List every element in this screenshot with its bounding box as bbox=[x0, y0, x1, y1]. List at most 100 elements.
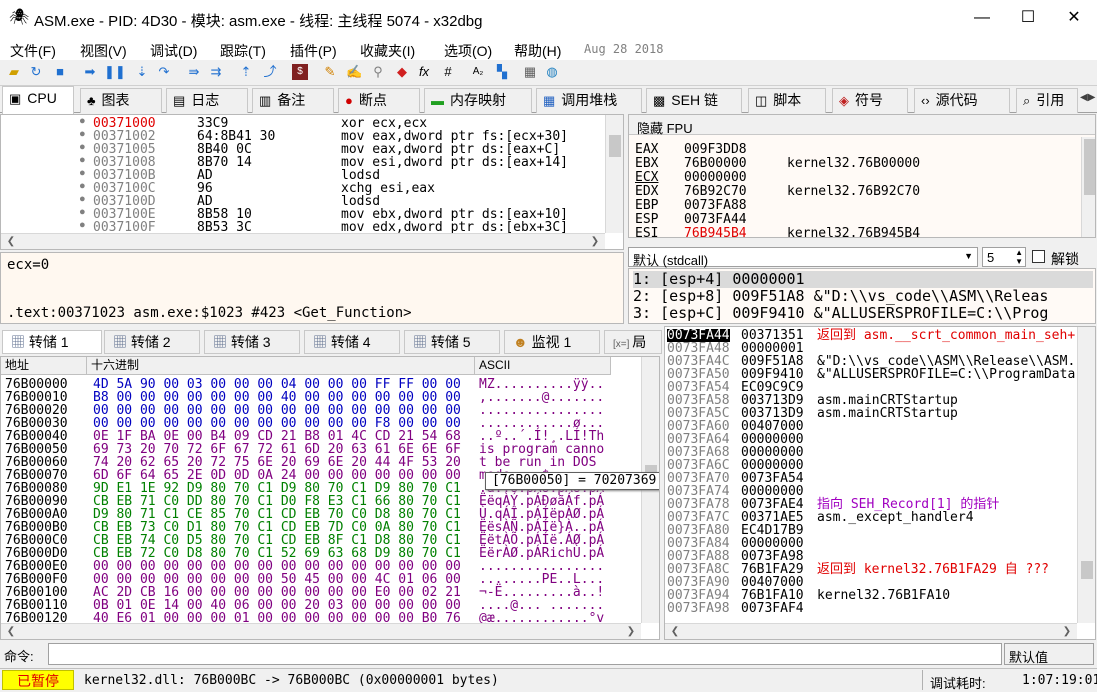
pause-icon[interactable]: ❚❚ bbox=[104, 64, 126, 80]
registers-vscroll[interactable] bbox=[1081, 137, 1095, 237]
pencil-icon[interactable]: ✎ bbox=[322, 64, 338, 80]
hide-fpu-button[interactable]: 隐藏 FPU bbox=[637, 118, 693, 137]
watch-icon: ☻ bbox=[513, 334, 532, 350]
tab-watch-1[interactable]: ☻ 监视 1 bbox=[504, 330, 600, 354]
registers-panel[interactable]: 隐藏 FPU EAX 009F3DD8 EBX 76B00000 kernel32.76… bbox=[628, 114, 1096, 238]
trace-over-icon[interactable]: ⇉ bbox=[208, 64, 224, 80]
register-value[interactable]: 00000000 bbox=[684, 171, 747, 184]
debug-time-value: 1:07:19:01 bbox=[1022, 673, 1097, 688]
menu-file[interactable]: 文件(F) bbox=[10, 41, 56, 61]
menu-help[interactable]: 帮助(H) bbox=[514, 41, 561, 61]
disasm-hscroll[interactable]: ❮ ❯ bbox=[1, 233, 605, 249]
scroll-left-icon[interactable]: ❮ bbox=[3, 236, 19, 247]
dump-header-address: 地址 bbox=[1, 357, 87, 375]
trace-into-icon[interactable]: ⇛ bbox=[186, 64, 202, 80]
font-icon[interactable]: A₂ bbox=[470, 64, 486, 80]
menu-plugins[interactable]: 插件(P) bbox=[290, 41, 337, 61]
dump-icon: ▦ bbox=[113, 334, 131, 350]
tab-symbols[interactable]: ◈ 符号 bbox=[832, 88, 908, 113]
maximize-button[interactable]: ☐ bbox=[1005, 0, 1051, 38]
register-value[interactable]: 76B945B4 bbox=[684, 227, 747, 237]
stack-vscroll[interactable] bbox=[1077, 327, 1095, 623]
scroll-left-icon[interactable]: ❮ bbox=[3, 626, 19, 637]
tab-notes[interactable]: ▥ 备注 bbox=[252, 88, 334, 113]
tab-memory-map[interactable]: ▬ 内存映射 bbox=[424, 88, 532, 113]
tabs-scroll-arrows-icon[interactable]: ◀▶ bbox=[1080, 92, 1095, 103]
close-button[interactable]: ✕ bbox=[1051, 0, 1097, 38]
register-value[interactable]: 76B00000 bbox=[684, 157, 747, 170]
register-value[interactable]: 0073FA44 bbox=[684, 213, 747, 226]
tab-dump-5[interactable]: ▦ 转储 5 bbox=[404, 330, 500, 354]
stack-value[interactable]: 0073FAF4 bbox=[741, 602, 804, 615]
tab-references[interactable]: ⌕ 引用 bbox=[1016, 88, 1078, 113]
arguments-panel[interactable]: 1: [esp+4] 00000001 2: [esp+8] 009F51A8 … bbox=[628, 268, 1096, 324]
menu-options[interactable]: 选项(O) bbox=[444, 41, 492, 61]
run-icon[interactable]: ➡ bbox=[82, 64, 98, 80]
dump-header-ascii: ASCII bbox=[475, 357, 611, 375]
scroll-right-icon[interactable]: ❯ bbox=[1059, 626, 1075, 637]
bookmark-icon[interactable]: ◆ bbox=[394, 64, 410, 80]
dump-vscroll[interactable] bbox=[641, 357, 659, 623]
info-line-2: .text:00371023 asm.exe:$1023 #423 <Get_F… bbox=[7, 305, 412, 321]
globe-icon[interactable]: ◍ bbox=[544, 64, 560, 80]
scroll-right-icon[interactable]: ❯ bbox=[623, 626, 639, 637]
unlock-checkbox[interactable] bbox=[1032, 250, 1045, 263]
folder-open-icon[interactable]: ▰ bbox=[6, 64, 22, 80]
command-type-select[interactable]: 默认值 bbox=[1004, 643, 1094, 665]
menu-view[interactable]: 视图(V) bbox=[80, 41, 127, 61]
restart-icon[interactable]: ↻ bbox=[28, 64, 44, 80]
stack-panel[interactable]: 0073FA44 00371351 返回到 asm.__scrt_common_ma… bbox=[664, 326, 1096, 640]
window-title: ASM.exe - PID: 4D30 - 模块: asm.exe - 线程: … bbox=[34, 13, 483, 30]
stack-hscroll[interactable]: ❮ ❯ bbox=[665, 623, 1077, 639]
disasm-vscroll-thumb[interactable] bbox=[609, 135, 621, 157]
command-label: 命令: bbox=[4, 649, 34, 664]
dump-hscroll[interactable]: ❮ ❯ bbox=[1, 623, 641, 639]
menu-trace[interactable]: 跟踪(T) bbox=[220, 41, 266, 61]
tab-cpu[interactable]: ▣ CPU bbox=[2, 86, 74, 114]
tab-seh-chain[interactable]: ▩ SEH 链 bbox=[646, 88, 742, 113]
tab-dump-4[interactable]: ▦ 转储 4 bbox=[304, 330, 400, 354]
tab-source[interactable]: ‹› 源代码 bbox=[914, 88, 1010, 113]
run-to-user-code-icon[interactable]: ⤴ bbox=[262, 64, 278, 80]
tab-dump-2[interactable]: ▦ 转储 2 bbox=[104, 330, 200, 354]
menu-favourites[interactable]: 收藏夹(I) bbox=[360, 41, 415, 61]
step-over-icon[interactable]: ↷ bbox=[156, 64, 172, 80]
stop-icon[interactable]: ■ bbox=[52, 64, 68, 80]
callconv-select[interactable]: 默认 (stdcall) ▼ bbox=[628, 247, 978, 268]
arg-3: 3: [esp+C] 009F9410 &"ALLUSERSPROFILE=C:… bbox=[633, 304, 1049, 322]
disassembly-panel[interactable]: ● ● ● ● ● ● ● ● ● 00371000 33C9 xor ecx,ecx 0037100… bbox=[0, 114, 624, 250]
register-value[interactable]: 0073FA88 bbox=[684, 199, 747, 212]
menu-debug[interactable]: 调试(D) bbox=[150, 41, 197, 61]
register-value[interactable]: 009F3DD8 bbox=[684, 143, 747, 156]
stepper-arrows-icon[interactable]: ▲ ▼ bbox=[1015, 248, 1023, 266]
stack-vscroll-thumb[interactable] bbox=[1081, 561, 1093, 579]
dump-panel[interactable]: 地址 十六进制 ASCII 76B00000 4D 5A 90 00 03 00 … bbox=[0, 356, 660, 640]
disasm-vscroll[interactable] bbox=[605, 115, 623, 233]
arg-count-stepper[interactable]: 5 ▲ ▼ bbox=[982, 247, 1026, 267]
function-icon[interactable]: fx bbox=[416, 64, 432, 80]
minimize-button[interactable]: — bbox=[959, 0, 1005, 38]
register-value[interactable]: 76B92C70 bbox=[684, 185, 747, 198]
tab-breakpoints[interactable]: ● 断点 bbox=[338, 88, 420, 113]
label-icon[interactable]: ⚲ bbox=[370, 64, 386, 80]
hash-icon[interactable]: # bbox=[440, 64, 456, 80]
tab-log[interactable]: ▤ 日志 bbox=[166, 88, 248, 113]
scroll-right-icon[interactable]: ❯ bbox=[587, 236, 603, 247]
tab-dump-3[interactable]: ▦ 转储 3 bbox=[204, 330, 300, 354]
register-name: EBX bbox=[635, 156, 659, 171]
step-into-icon[interactable]: ⇣ bbox=[134, 64, 150, 80]
calculator-icon[interactable]: ▦ bbox=[522, 64, 538, 80]
execute-till-return-icon[interactable]: ⇡ bbox=[238, 64, 254, 80]
tab-graph[interactable]: ♣ 图表 bbox=[80, 88, 162, 113]
tab-script[interactable]: ◫ 脚本 bbox=[748, 88, 826, 113]
comment-icon[interactable]: ✍ bbox=[346, 64, 362, 80]
tab-locals[interactable]: [x=] 局 bbox=[604, 330, 662, 354]
font-size-icon[interactable]: ▚ bbox=[494, 64, 510, 80]
record-icon[interactable]: $ bbox=[292, 64, 308, 80]
tab-call-stack[interactable]: ▦ 调用堆栈 bbox=[536, 88, 642, 113]
command-input[interactable] bbox=[48, 643, 1002, 665]
registers-vscroll-thumb[interactable] bbox=[1084, 139, 1095, 195]
scroll-left-icon[interactable]: ❮ bbox=[667, 626, 683, 637]
cpu-icon: ▣ bbox=[9, 91, 22, 106]
tab-dump-1[interactable]: ▦ 转储 1 bbox=[2, 330, 102, 354]
